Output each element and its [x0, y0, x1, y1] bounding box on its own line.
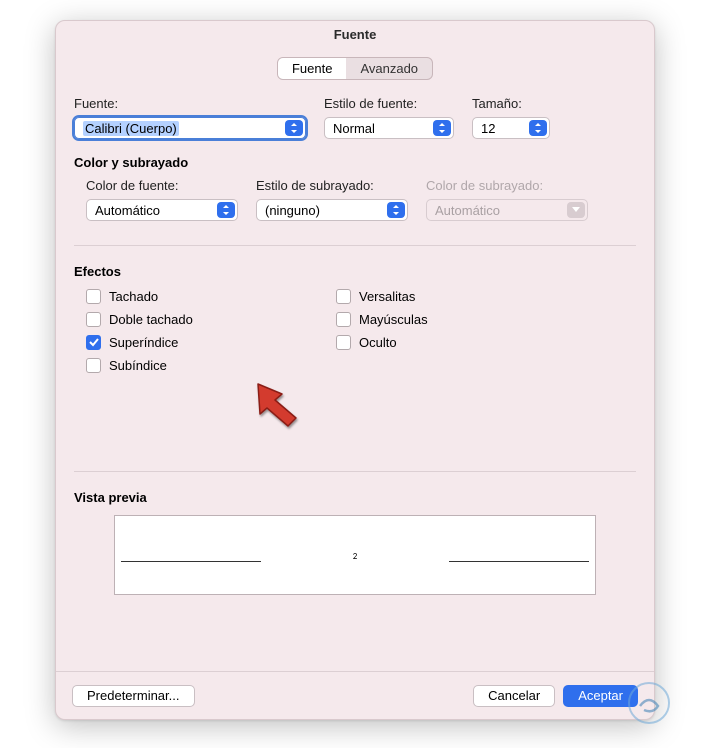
chevron-updown-icon: [387, 202, 405, 218]
font-size-dropdown[interactable]: 12: [472, 117, 550, 139]
font-color-label: Color de fuente:: [86, 178, 238, 193]
tab-advanced[interactable]: Avanzado: [346, 58, 432, 79]
tab-bar: Fuente Avanzado: [56, 57, 654, 80]
cancel-button[interactable]: Cancelar: [473, 685, 555, 707]
effect-subscript[interactable]: Subíndice: [86, 358, 336, 373]
preview-box: 2: [114, 515, 596, 595]
effects-title: Efectos: [74, 264, 636, 279]
chevron-updown-icon: [285, 120, 303, 136]
effect-label: Mayúsculas: [359, 312, 428, 327]
dialog-window: Fuente Fuente Avanzado Fuente: Calibri (…: [55, 20, 655, 720]
divider: [74, 471, 636, 472]
underline-color-dropdown: Automático: [426, 199, 588, 221]
color-section-title: Color y subrayado: [74, 155, 188, 170]
checkbox-icon: [86, 312, 101, 327]
divider: [74, 245, 636, 246]
checkbox-icon: [86, 335, 101, 350]
ok-button[interactable]: Aceptar: [563, 685, 638, 707]
preview-baseline: [121, 561, 261, 562]
chevron-down-icon: [567, 202, 585, 218]
font-label: Fuente:: [74, 96, 306, 111]
effect-hidden[interactable]: Oculto: [336, 335, 586, 350]
font-value: Calibri (Cuerpo): [83, 121, 179, 136]
font-size-label: Tamaño:: [472, 96, 550, 111]
effect-label: Superíndice: [109, 335, 178, 350]
dialog-footer: Predeterminar... Cancelar Aceptar: [56, 671, 654, 719]
underline-color-label: Color de subrayado:: [426, 178, 588, 193]
preview-title: Vista previa: [74, 490, 636, 505]
underline-style-value: (ninguno): [265, 203, 320, 218]
panel: Fuente: Calibri (Cuerpo) Estilo de fuent…: [74, 96, 636, 595]
chevron-updown-icon: [217, 202, 235, 218]
chevron-updown-icon: [529, 120, 547, 136]
font-style-value: Normal: [333, 121, 375, 136]
underline-style-label: Estilo de subrayado:: [256, 178, 408, 193]
window-title: Fuente: [56, 21, 654, 49]
preview-baseline: [449, 561, 589, 562]
checkbox-icon: [336, 335, 351, 350]
effect-label: Versalitas: [359, 289, 415, 304]
font-color-value: Automático: [95, 203, 160, 218]
effect-label: Doble tachado: [109, 312, 193, 327]
chevron-updown-icon: [433, 120, 451, 136]
font-dropdown[interactable]: Calibri (Cuerpo): [74, 117, 306, 139]
default-button[interactable]: Predeterminar...: [72, 685, 195, 707]
segmented-control: Fuente Avanzado: [277, 57, 433, 80]
effect-allcaps[interactable]: Mayúsculas: [336, 312, 586, 327]
checkbox-icon: [336, 312, 351, 327]
effect-label: Subíndice: [109, 358, 167, 373]
preview-sample: 2: [353, 551, 358, 562]
font-size-value: 12: [481, 121, 495, 136]
effect-label: Tachado: [109, 289, 158, 304]
underline-style-dropdown[interactable]: (ninguno): [256, 199, 408, 221]
effect-double-strike[interactable]: Doble tachado: [86, 312, 336, 327]
checkbox-icon: [86, 358, 101, 373]
tab-font[interactable]: Fuente: [278, 58, 346, 79]
effect-superscript[interactable]: Superíndice: [86, 335, 336, 350]
font-style-dropdown[interactable]: Normal: [324, 117, 454, 139]
effect-strike[interactable]: Tachado: [86, 289, 336, 304]
effect-label: Oculto: [359, 335, 397, 350]
font-color-dropdown[interactable]: Automático: [86, 199, 238, 221]
font-style-label: Estilo de fuente:: [324, 96, 454, 111]
underline-color-value: Automático: [435, 203, 500, 218]
checkbox-icon: [86, 289, 101, 304]
effect-smallcaps[interactable]: Versalitas: [336, 289, 586, 304]
checkbox-icon: [336, 289, 351, 304]
